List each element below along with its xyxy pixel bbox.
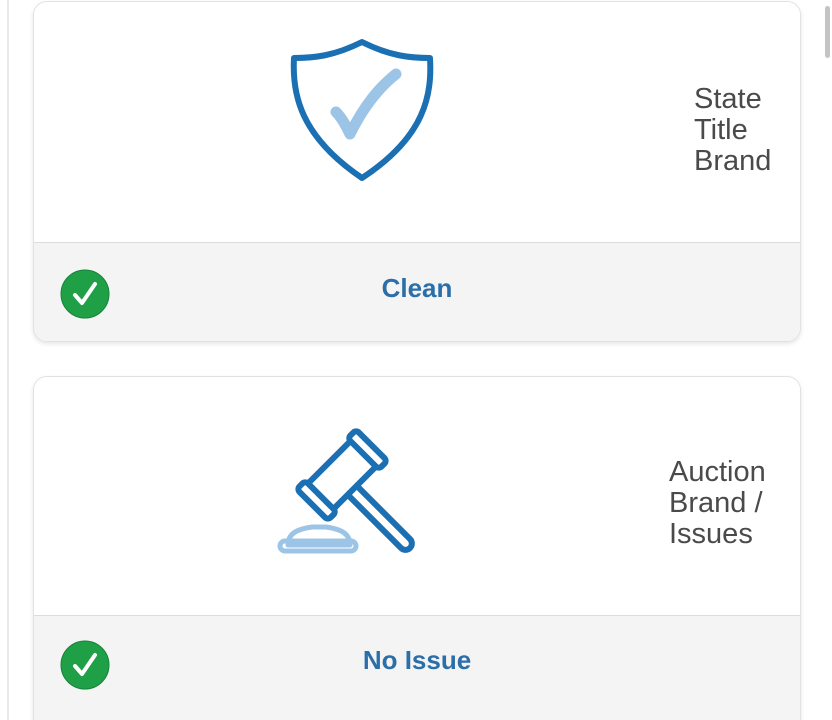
card-header: Auction Brand / Issues xyxy=(34,377,800,615)
card-title: State Title Brand xyxy=(694,83,772,177)
scrollbar[interactable] xyxy=(822,0,832,720)
state-title-brand-card: State Title Brand Clean xyxy=(33,1,801,342)
gavel-icon xyxy=(277,428,415,554)
card-header: State Title Brand xyxy=(34,2,800,242)
card-status-row: Clean xyxy=(34,242,800,341)
card-title: Auction Brand / Issues xyxy=(669,456,766,550)
status-text: Clean xyxy=(381,273,453,303)
shield-check-icon xyxy=(290,39,434,181)
left-divider xyxy=(7,0,9,720)
auction-brand-issues-card: Auction Brand / Issues No Issue xyxy=(33,376,801,720)
status-text: No Issue xyxy=(362,645,472,675)
history-report-page: State Title Brand Clean Auction Brand / … xyxy=(0,0,832,720)
card-status-row: No Issue xyxy=(34,615,800,720)
scrollbar-thumb[interactable] xyxy=(825,6,830,58)
